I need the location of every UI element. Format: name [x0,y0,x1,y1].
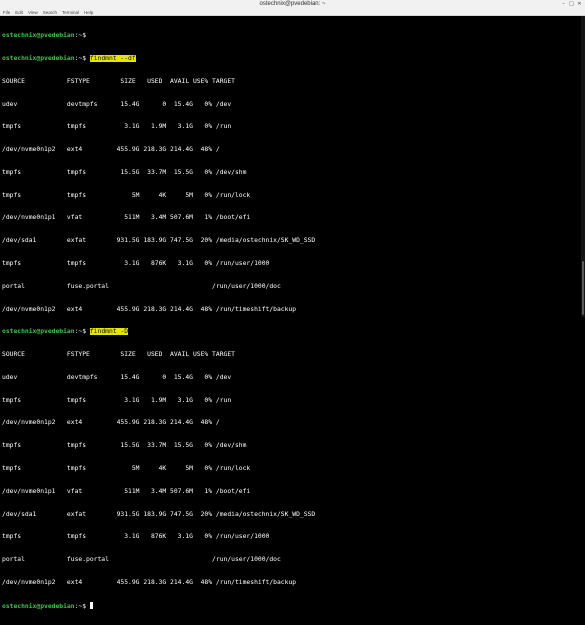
menu-edit[interactable]: Edit [15,9,23,16]
output-line: udev devtmpfs 15.4G 0 15.4G 0% /dev [2,373,232,381]
prompt-path: :~$ [74,328,90,336]
close-icon[interactable]: ✕ [576,1,583,8]
command-text: findmnt -D [89,328,129,336]
output-line: /dev/sda1 exfat 931.5G 183.9G 747.5G 20%… [2,237,316,245]
maximize-icon[interactable]: □ [568,1,575,8]
prompt-user-host: ostechnix@pvedebian [2,328,75,336]
prompt-path: :~$ [74,54,90,62]
prompt-line: ostechnix@pvedebian:~$ [2,32,576,40]
output-line: tmpfs tmpfs 3.1G 1.9M 3.1G 0% /run [2,396,232,404]
output-line: tmpfs tmpfs 3.1G 876K 3.1G 0% /run/user/… [2,260,270,267]
prompt-line: ostechnix@pvedebian:~$ findmnt --df [2,54,576,63]
output-line: /dev/nvme0n1p2 ext4 455.9G 218.3G 214.4G… [2,578,297,586]
prompt-user-host: ostechnix@pvedebian [2,32,75,40]
menu-bar: File Edit View Search Terminal Help [0,9,585,16]
menu-help[interactable]: Help [84,9,93,16]
menu-file[interactable]: File [3,9,10,16]
window-title: ostechnix@pvedebian: ~ [259,1,326,7]
output-line: tmpfs tmpfs 3.1G 1.9M 3.1G 0% /run [2,123,232,131]
output-line: /dev/nvme0n1p2 ext4 455.9G 218.3G 214.4G… [2,419,220,427]
output-line: /dev/sda1 exfat 931.5G 183.9G 747.5G 20%… [2,510,316,518]
output-line: /dev/nvme0n1p1 vfat 511M 3.4M 507.6M 1% … [2,487,251,495]
prompt-user-host: ostechnix@pvedebian [2,54,75,62]
output-line: tmpfs tmpfs 3.1G 876K 3.1G 0% /run/user/… [2,533,270,541]
menu-terminal[interactable]: Terminal [62,9,79,16]
output-line: portal fuse.portal /run/user/1000/doc [2,556,281,564]
output-line: /dev/nvme0n1p2 ext4 455.9G 218.3G 214.4G… [2,146,220,154]
prompt-path: :~$ [74,602,90,610]
minimize-icon[interactable]: – [560,1,567,8]
text-cursor [89,601,94,609]
scrollbar-thumb[interactable] [582,261,584,315]
terminal-output[interactable]: ostechnix@pvedebian:~$ ostechnix@pvedebi… [2,17,576,610]
output-line: tmpfs tmpfs 15.5G 33.7M 15.5G 0% /dev/sh… [2,168,247,176]
command-text: findmnt --df [89,54,136,62]
output-line: /dev/nvme0n1p2 ext4 455.9G 218.3G 214.4G… [2,305,297,313]
prompt-line: ostechnix@pvedebian:~$ findmnt -D [2,328,576,336]
output-line: udev devtmpfs 15.4G 0 15.4G 0% /dev [2,100,232,108]
menu-view[interactable]: View [28,9,38,16]
output-line: tmpfs tmpfs 5M 4K 5M 0% /run/lock [2,465,251,473]
output-line: portal fuse.portal /run/user/1000/doc [2,282,281,290]
prompt-user-host: ostechnix@pvedebian [2,602,75,610]
output-header: SOURCE FSTYPE SIZE USED AVAIL USE% TARGE… [2,77,235,85]
menu-search[interactable]: Search [43,9,57,16]
output-line: /dev/nvme0n1p1 vfat 511M 3.4M 507.6M 1% … [2,214,251,222]
scrollbar[interactable] [581,16,585,317]
terminal-window: ostechnix@pvedebian: ~ – □ ✕ File Edit V… [0,0,585,610]
prompt-line: ostechnix@pvedebian:~$ [2,601,576,610]
output-line: tmpfs tmpfs 5M 4K 5M 0% /run/lock [2,191,251,199]
output-line: tmpfs tmpfs 15.5G 33.7M 15.5G 0% /dev/sh… [2,442,247,450]
prompt-path: :~$ [74,32,90,40]
output-header: SOURCE FSTYPE SIZE USED AVAIL USE% TARGE… [2,351,235,359]
